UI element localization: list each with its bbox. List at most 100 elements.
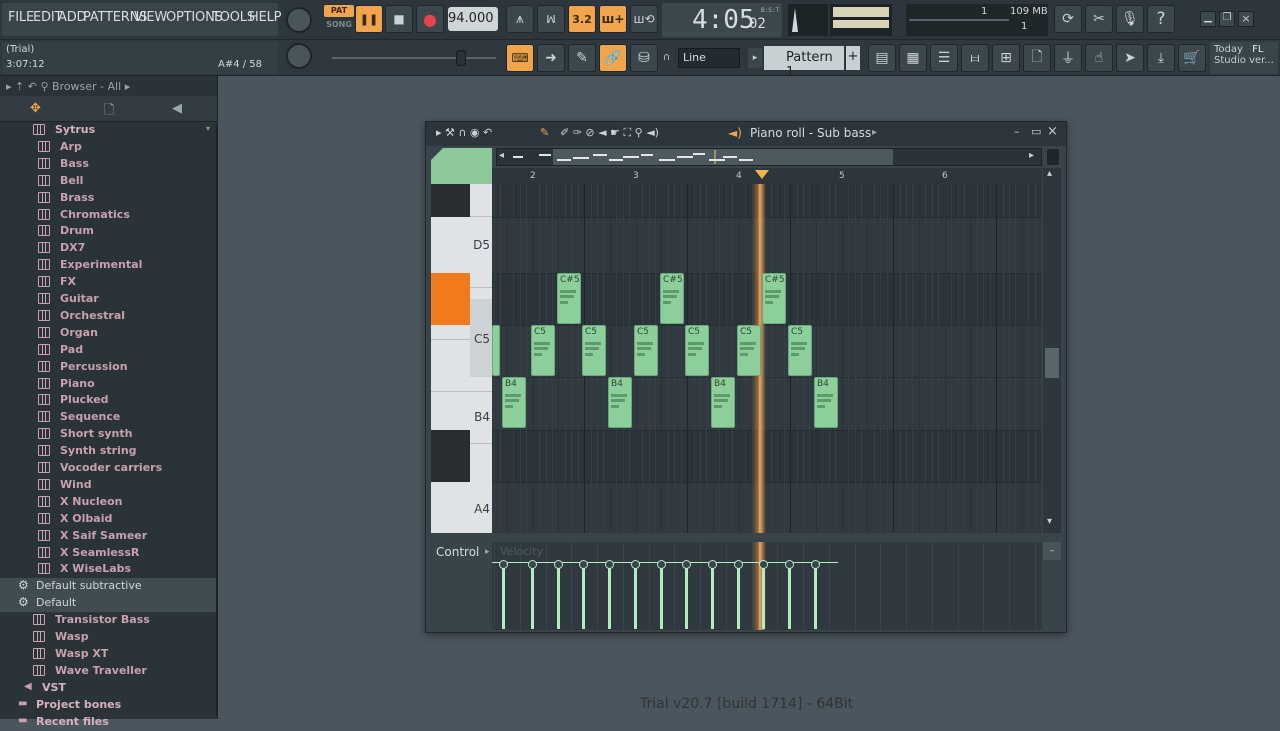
browser-scrollbar[interactable] bbox=[216, 126, 218, 716]
help-button[interactable]: ? bbox=[1147, 5, 1175, 33]
scroll-left-icon[interactable]: ◂ bbox=[499, 150, 504, 161]
maximize-icon[interactable]: ▭ bbox=[1031, 125, 1041, 138]
velocity-bar[interactable] bbox=[811, 560, 820, 629]
menu-view[interactable]: VIEW bbox=[134, 10, 167, 25]
piano-roll-tool-corner[interactable] bbox=[431, 148, 492, 184]
browser-item[interactable]: ⚙ Default bbox=[0, 595, 216, 613]
browser-item[interactable]: Sytrus ▾ bbox=[0, 122, 216, 139]
master-slider-handle[interactable] bbox=[456, 50, 466, 66]
piano-key-highlighted[interactable] bbox=[431, 273, 470, 325]
close-icon[interactable]: × bbox=[1047, 124, 1058, 139]
close-app-button[interactable]: × bbox=[1238, 11, 1254, 27]
tempo-display[interactable]: 94.000 bbox=[448, 7, 498, 31]
browser-item[interactable]: ▬ Recent files bbox=[0, 714, 216, 731]
news-panel[interactable]: Today FL Studio ver... bbox=[1210, 42, 1278, 74]
browser-item[interactable]: Vocoder carriers bbox=[0, 460, 216, 477]
piano-roll-button[interactable]: ▦ bbox=[899, 44, 927, 72]
browser-item[interactable]: Transistor Bass bbox=[0, 612, 216, 629]
browser-item[interactable]: Guitar bbox=[0, 291, 216, 308]
browser-item[interactable]: Experimental bbox=[0, 257, 216, 274]
scroll-down-icon[interactable]: ▾ bbox=[1047, 516, 1052, 527]
browser-item[interactable]: Brass bbox=[0, 190, 216, 207]
pause-button[interactable]: ❚❚ bbox=[355, 5, 383, 33]
piano-roll-titlebar[interactable]: ▸ ⚒ ∩ ◉ ↶ ✎ ✐ ✑ ⊘ ◄ ☛ ⛶ ⚲ ◄) ◄) Piano ro… bbox=[426, 122, 1066, 146]
master-volume-knob[interactable] bbox=[286, 7, 312, 33]
browser-item[interactable]: Drum bbox=[0, 223, 216, 240]
velocity-bar[interactable] bbox=[528, 560, 537, 629]
tempo-tapper-button[interactable]: ➤ bbox=[1116, 44, 1144, 72]
project-browser-button[interactable]: ⊞ bbox=[992, 44, 1020, 72]
record-button[interactable]: ● bbox=[416, 5, 444, 33]
minimize-button[interactable]: ▁ bbox=[1200, 11, 1216, 27]
note[interactable]: C#5 bbox=[557, 273, 581, 324]
plugin-button[interactable]: ⏚ bbox=[1054, 44, 1082, 72]
wait-for-input-button[interactable]: ꟽ bbox=[537, 5, 565, 33]
step-edit-button[interactable]: ш+ bbox=[599, 5, 627, 33]
browser-item[interactable]: ◀ VST bbox=[0, 680, 216, 697]
vertical-scroll-thumb[interactable] bbox=[1045, 348, 1059, 378]
piano-black-key[interactable] bbox=[431, 430, 470, 482]
song-mode-button[interactable]: SONG bbox=[324, 19, 354, 31]
pencil-tool-button[interactable]: ✎ bbox=[568, 44, 596, 72]
pattern-selector[interactable]: Pattern 1 bbox=[764, 46, 844, 80]
browser-item[interactable]: Synth string bbox=[0, 443, 216, 460]
browser-item[interactable]: Wasp XT bbox=[0, 646, 216, 663]
overview-menu-button[interactable] bbox=[1046, 148, 1060, 166]
control-menu-button[interactable]: – bbox=[1043, 542, 1061, 560]
browser-item[interactable]: Orchestral bbox=[0, 308, 216, 325]
piano-roll-tools[interactable]: ▸ ⚒ ∩ ◉ ↶ bbox=[436, 126, 492, 139]
browser-item[interactable]: ▬ Project bones bbox=[0, 697, 216, 714]
browser-item[interactable]: Wasp bbox=[0, 629, 216, 646]
channel-rack-button[interactable]: ☰ bbox=[930, 44, 958, 72]
download-button[interactable]: ⤓ bbox=[1147, 44, 1175, 72]
browser-item[interactable]: Plucked bbox=[0, 392, 216, 409]
note[interactable]: C5 bbox=[788, 325, 812, 376]
browser-tab-all[interactable]: ✥ bbox=[30, 101, 41, 116]
note[interactable]: C5 bbox=[531, 325, 555, 376]
velocity-bar[interactable] bbox=[554, 560, 563, 629]
browser-item[interactable]: X Saif Sameer bbox=[0, 528, 216, 545]
restore-button[interactable]: ❐ bbox=[1219, 11, 1235, 27]
cut-button[interactable]: ✂ bbox=[1085, 5, 1113, 33]
browser-item[interactable]: X Olbaid bbox=[0, 511, 216, 528]
note[interactable]: C5 bbox=[685, 325, 709, 376]
note[interactable]: C5 bbox=[634, 325, 658, 376]
playlist-button[interactable]: ▤ bbox=[868, 44, 896, 72]
minimize-icon[interactable]: – bbox=[1014, 125, 1020, 138]
playhead-marker[interactable] bbox=[755, 170, 769, 179]
stamp-button[interactable]: ⛁ bbox=[630, 44, 658, 72]
velocity-bar[interactable] bbox=[499, 560, 508, 629]
scroll-up-icon[interactable]: ▴ bbox=[1047, 168, 1052, 179]
add-pattern-button[interactable]: + bbox=[846, 46, 860, 70]
pattern-overview[interactable]: ◂ ▸ bbox=[496, 148, 1042, 166]
vertical-scrollbar[interactable]: ▴ ▾ bbox=[1043, 168, 1061, 533]
note[interactable]: C#5 bbox=[660, 273, 684, 324]
note[interactable]: B4 bbox=[814, 377, 838, 428]
note[interactable]: C5 bbox=[582, 325, 606, 376]
stop-button[interactable]: ■ bbox=[385, 5, 413, 33]
file-button[interactable]: 🗋 bbox=[1023, 44, 1051, 72]
menu-file[interactable]: FILE bbox=[8, 10, 34, 25]
blend-notes-button[interactable]: ш⟲ bbox=[630, 5, 658, 33]
velocity-bar[interactable] bbox=[708, 560, 717, 629]
browser-item[interactable]: Pad bbox=[0, 342, 216, 359]
browser-item[interactable]: X WiseLabs bbox=[0, 561, 216, 578]
record-audio-button[interactable]: 🎙 bbox=[1116, 5, 1144, 33]
browser-item[interactable]: DX7 bbox=[0, 240, 216, 257]
velocity-bar[interactable] bbox=[579, 560, 588, 629]
note[interactable]: C#5 bbox=[762, 273, 786, 324]
browser-nav-icons[interactable]: ▸ ⇡ ↶ ⚲ bbox=[6, 80, 52, 93]
velocity-bar[interactable] bbox=[631, 560, 640, 629]
note[interactable] bbox=[492, 325, 500, 376]
pattern-prev-button[interactable]: ▸ bbox=[748, 48, 762, 68]
browser-tab-speaker[interactable]: ◀ bbox=[172, 101, 182, 116]
velocity-bar[interactable] bbox=[682, 560, 691, 629]
browser-item[interactable]: Bell bbox=[0, 173, 216, 190]
browser-tab-files[interactable]: 🗋 bbox=[104, 101, 114, 123]
browser-item[interactable]: Sequence bbox=[0, 409, 216, 426]
velocity-lane[interactable]: Velocity bbox=[492, 542, 1042, 630]
velocity-bar[interactable] bbox=[785, 560, 794, 629]
velocity-bar[interactable] bbox=[605, 560, 614, 629]
browser-item[interactable]: X Nucleon bbox=[0, 494, 216, 511]
browser-item[interactable]: Percussion bbox=[0, 359, 216, 376]
